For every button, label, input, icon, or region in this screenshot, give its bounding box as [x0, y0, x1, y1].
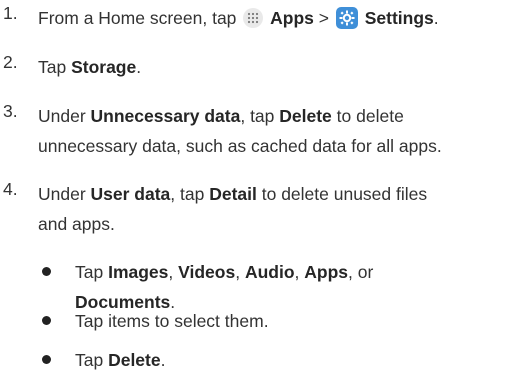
bullet-text: Tap items to select them.: [75, 311, 269, 331]
apps-icon: [243, 8, 264, 28]
detail-label: Detail: [209, 184, 257, 204]
step-text: Under Unnecessary data, tap Delete to de…: [38, 106, 442, 156]
settings-icon: [335, 7, 358, 29]
storage-label: Storage: [71, 57, 137, 77]
bullet-dot: [42, 355, 51, 364]
apps-label: Apps: [270, 8, 314, 28]
unnecessary-data-label: Unnecessary data: [90, 106, 241, 126]
step-number: 1.: [3, 3, 18, 23]
step-text: Under User data, tap Detail to delete un…: [38, 184, 428, 234]
step-number: 4.: [3, 179, 18, 199]
step-text: Tap Storage.: [38, 57, 142, 77]
step-text: From a Home screen, tap Apps > Settings.: [38, 7, 439, 29]
user-data-label: User data: [90, 184, 171, 204]
bullet-dot: [42, 316, 51, 325]
instructions-document: 1. From a Home screen, tap Apps > Settin…: [0, 0, 517, 379]
bullet-dot: [42, 267, 51, 276]
delete-label: Delete: [108, 350, 161, 370]
step-number: 3.: [3, 101, 18, 121]
bullet-text: Tap Delete.: [75, 350, 166, 370]
settings-label: Settings: [364, 8, 434, 28]
delete-label: Delete: [279, 106, 332, 126]
step-number: 2.: [3, 52, 18, 72]
